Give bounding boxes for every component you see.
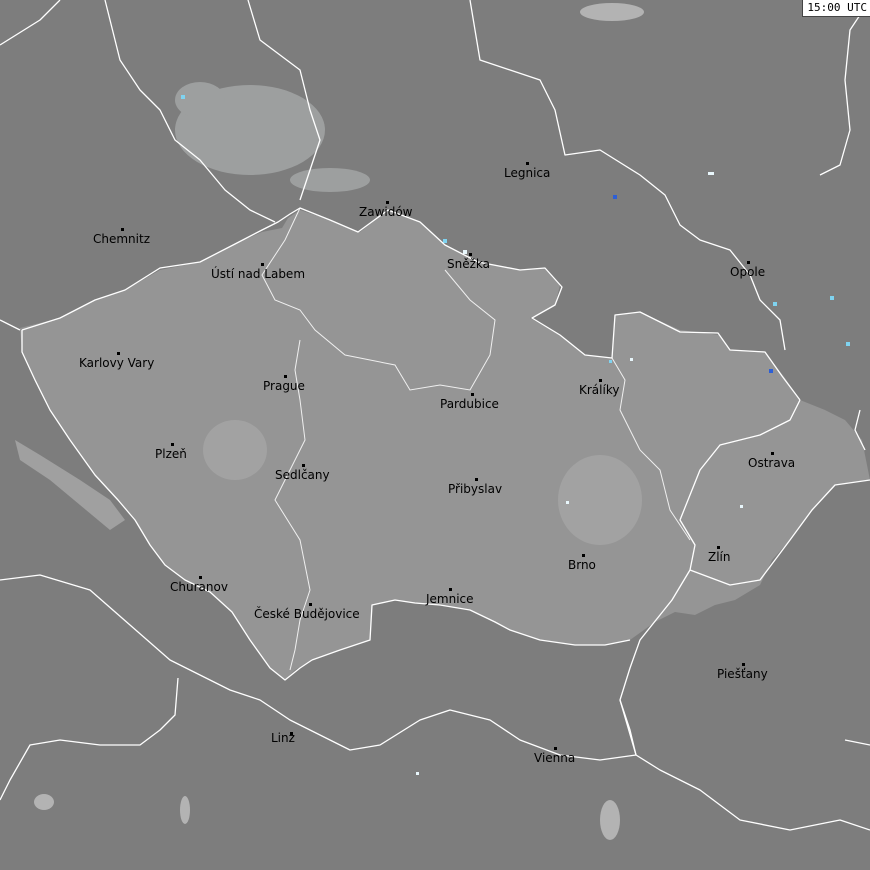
city-label: Jemnice: [426, 592, 474, 606]
city-marker: [302, 464, 305, 467]
map-canvas: [0, 0, 870, 840]
city-label: Sedlčany: [275, 468, 330, 482]
city-marker: [386, 201, 389, 204]
city-label: Zlín: [708, 550, 731, 564]
city-label: Zawidów: [359, 205, 413, 219]
lightning-map: Legnica Chemnitz Zawidów Ústí nad Labem Sněž…: [0, 0, 870, 870]
city-marker: [471, 393, 474, 396]
city-marker: [261, 263, 264, 266]
czech-region: [20, 210, 870, 680]
city-marker: [475, 478, 478, 481]
city-label: Přibyslav: [448, 482, 503, 496]
city-marker: [284, 375, 287, 378]
city-label: Chemnitz: [93, 232, 150, 246]
city-label: Prague: [263, 379, 305, 393]
city-label: Legnica: [504, 166, 551, 180]
city-label: Brno: [568, 558, 596, 572]
city-label: Churanov: [170, 580, 228, 594]
city-label: Karlovy Vary: [79, 356, 155, 370]
city-marker: [309, 603, 312, 606]
city-label: Sněžka: [447, 257, 490, 271]
city-marker: [117, 352, 120, 355]
city-label: Opole: [730, 265, 766, 279]
activity-cluster-plzen: [203, 420, 267, 480]
timestamp-label: 15:00 UTC: [802, 0, 870, 17]
city-label: Linz: [271, 731, 295, 745]
city-marker: [599, 379, 602, 382]
city-label: Králíky: [579, 383, 620, 397]
city-label: Vienna: [534, 751, 576, 765]
city-label: Ústí nad Labem: [211, 267, 306, 281]
city-marker: [554, 747, 557, 750]
activity-cluster-brno: [558, 455, 642, 545]
city-label: Ostrava: [748, 456, 796, 470]
city-marker: [717, 546, 720, 549]
city-label: Piešťany: [717, 667, 768, 681]
city-marker: [526, 162, 529, 165]
city-marker: [771, 452, 774, 455]
city-marker: [449, 588, 452, 591]
city-marker: [582, 554, 585, 557]
city-marker: [469, 253, 472, 256]
activity-cluster-north: [175, 82, 370, 192]
city-label: České Budějovice: [254, 607, 360, 621]
city-marker: [742, 663, 745, 666]
city-marker: [121, 228, 124, 231]
city-label: Pardubice: [440, 397, 499, 411]
city-marker: [747, 261, 750, 264]
city-label: Plzeň: [155, 447, 187, 461]
city-marker: [171, 443, 174, 446]
city-marker: [199, 576, 202, 579]
